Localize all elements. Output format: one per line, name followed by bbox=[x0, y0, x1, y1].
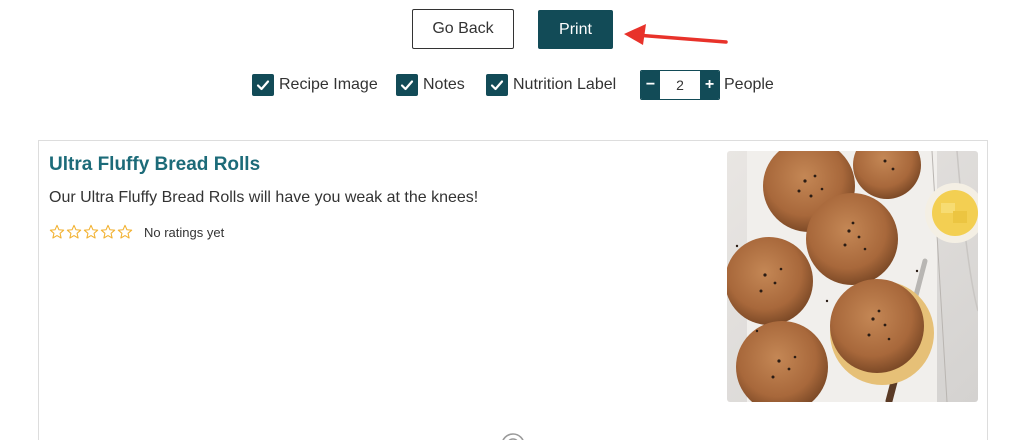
recipe-image-option[interactable]: Recipe Image bbox=[252, 74, 378, 96]
print-options-page: Go Back Print Recipe Image Notes Nutriti… bbox=[0, 0, 1029, 440]
check-icon bbox=[256, 80, 270, 91]
recipe-summary: Our Ultra Fluffy Bread Rolls will have y… bbox=[49, 189, 479, 206]
increment-button[interactable]: + bbox=[700, 71, 719, 99]
recipe-card: Ultra Fluffy Bread Rolls Our Ultra Fluff… bbox=[38, 140, 988, 440]
nutrition-label-text: Nutrition Label bbox=[513, 76, 617, 93]
notes-checkbox[interactable] bbox=[396, 74, 418, 96]
clock-icon bbox=[502, 433, 524, 440]
servings-stepper: − + bbox=[640, 70, 720, 100]
rating-stars[interactable] bbox=[49, 224, 133, 240]
print-button[interactable]: Print bbox=[538, 10, 613, 49]
servings-unit-label: People bbox=[724, 76, 774, 93]
recipe-title: Ultra Fluffy Bread Rolls bbox=[49, 154, 261, 175]
notes-label: Notes bbox=[423, 76, 465, 93]
recipe-photo bbox=[727, 151, 978, 402]
rating-text: No ratings yet bbox=[144, 224, 225, 240]
decrement-button[interactable]: − bbox=[641, 71, 660, 99]
star-outline-icon[interactable] bbox=[66, 224, 82, 240]
recipe-rating: No ratings yet bbox=[49, 224, 224, 240]
annotation-arrow-icon bbox=[624, 24, 728, 45]
print-options-bar: Recipe Image Notes Nutrition Label − + P… bbox=[0, 70, 1029, 102]
notes-option[interactable]: Notes bbox=[396, 74, 465, 96]
recipe-image-checkbox[interactable] bbox=[252, 74, 274, 96]
check-icon bbox=[490, 80, 504, 91]
nutrition-label-option[interactable]: Nutrition Label bbox=[486, 74, 616, 96]
star-outline-icon[interactable] bbox=[49, 224, 65, 240]
star-outline-icon[interactable] bbox=[83, 224, 99, 240]
servings-input[interactable] bbox=[660, 71, 700, 99]
check-icon bbox=[400, 80, 414, 91]
star-outline-icon[interactable] bbox=[117, 224, 133, 240]
star-outline-icon[interactable] bbox=[100, 224, 116, 240]
go-back-button[interactable]: Go Back bbox=[412, 9, 514, 49]
nutrition-label-checkbox[interactable] bbox=[486, 74, 508, 96]
recipe-image-label: Recipe Image bbox=[279, 76, 378, 93]
